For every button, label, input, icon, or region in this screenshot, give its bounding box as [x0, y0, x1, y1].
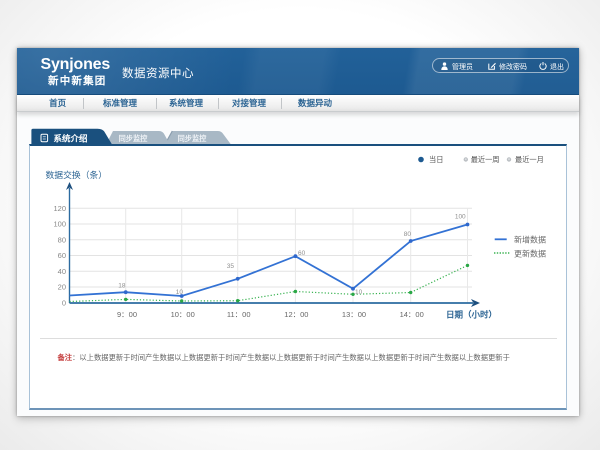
svg-text:12：00: 12：00 — [284, 310, 308, 319]
svg-text:0: 0 — [62, 299, 66, 308]
svg-text:120: 120 — [53, 204, 66, 213]
svg-text:80: 80 — [404, 231, 412, 238]
svg-text:最近一周: 最近一周 — [471, 155, 500, 164]
svg-text:10：00: 10：00 — [171, 310, 195, 319]
svg-text:当日: 当日 — [429, 155, 443, 164]
svg-text:14：00: 14：00 — [400, 310, 424, 319]
svg-text:40: 40 — [58, 267, 66, 276]
svg-text:最近一月: 最近一月 — [515, 155, 544, 164]
svg-text:13：00: 13：00 — [342, 310, 366, 319]
svg-text:日期（小时）: 日期（小时） — [446, 310, 497, 320]
svg-text:9：00: 9：00 — [117, 310, 137, 319]
svg-text:更新数据: 更新数据 — [514, 248, 546, 258]
svg-text:100: 100 — [53, 220, 66, 229]
svg-text:新增数据: 新增数据 — [514, 234, 546, 244]
svg-text:18: 18 — [118, 282, 126, 289]
svg-text:20: 20 — [58, 283, 66, 292]
svg-text:11：00: 11：00 — [227, 310, 251, 319]
svg-text:35: 35 — [227, 263, 235, 270]
svg-text:10: 10 — [176, 289, 184, 296]
svg-text:10: 10 — [355, 289, 363, 296]
svg-text:60: 60 — [58, 251, 66, 260]
svg-text:80: 80 — [58, 235, 66, 244]
svg-text:数据交换（条）: 数据交换（条） — [46, 169, 108, 180]
svg-text:100: 100 — [455, 213, 466, 220]
svg-text:60: 60 — [298, 250, 306, 257]
